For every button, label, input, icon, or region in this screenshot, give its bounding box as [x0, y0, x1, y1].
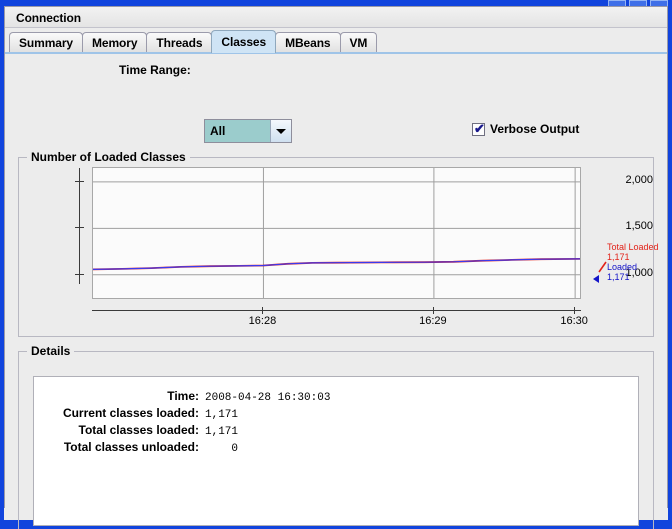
details-content: Time: 2008-04-28 16:30:03 Current classes …	[33, 376, 639, 526]
detail-label: Total classes loaded:	[78, 423, 200, 437]
detail-label: Time:	[167, 389, 199, 403]
detail-row: Total classes loaded: 1,171	[34, 423, 638, 438]
tab-vm[interactable]: VM	[339, 32, 378, 53]
menu-bar: Connection	[5, 7, 667, 28]
loaded-classes-chart-panel: Number of Loaded Classes 1,000 1,500 2,000…	[18, 150, 659, 337]
controls-row: Time Range:	[5, 54, 667, 88]
loaded-marker-icon	[593, 275, 599, 283]
chart-legend: Total Loaded 1,171 Loaded 1,171	[607, 242, 659, 282]
details-panel: Details Time: 2008-04-28 16:30:03 Current …	[18, 344, 654, 529]
legend-loaded-name: Loaded	[607, 262, 638, 272]
detail-value: 1,171	[205, 426, 239, 438]
detail-value: 0	[205, 443, 239, 455]
internal-frame: Connection Summary Memory Threads Classe…	[4, 6, 668, 529]
chart-plot-area[interactable]	[92, 167, 581, 299]
verbose-output-checkbox[interactable]: ✔	[472, 120, 485, 136]
tab-memory[interactable]: Memory	[82, 32, 148, 53]
time-range-dropdown-button[interactable]	[270, 120, 291, 142]
loaded-classes-chart[interactable]: 1,000 1,500 2,000 16:28 16:29 16:30 Total Lo…	[19, 158, 659, 336]
tab-classes[interactable]: Classes	[211, 30, 277, 53]
y-tick-label: 2,000	[625, 173, 653, 186]
y-tick-mark	[75, 227, 84, 229]
tab-threads[interactable]: Threads	[146, 32, 213, 53]
chevron-down-icon	[276, 128, 286, 134]
x-axis-line	[92, 310, 581, 311]
y-tick-mark	[75, 180, 84, 182]
verbose-output-control[interactable]: ✔ Verbose Output	[472, 122, 579, 136]
detail-row: Current classes loaded: 1,171	[34, 406, 638, 421]
x-tick-label: 16:28	[248, 315, 277, 327]
detail-row: Time: 2008-04-28 16:30:03	[34, 389, 638, 404]
time-range-select[interactable]: All	[204, 119, 292, 143]
legend-loaded-value: 1,171	[607, 272, 630, 282]
window-border-right	[668, 6, 672, 522]
tab-summary[interactable]: Summary	[9, 32, 83, 53]
y-tick-label: 1,500	[625, 220, 653, 233]
legend-total-loaded-value: 1,171	[607, 252, 630, 262]
chart-line-loaded	[93, 258, 580, 270]
detail-value: 1,171	[205, 409, 239, 421]
detail-row: Total classes unloaded: 0	[34, 440, 638, 455]
legend-total-loaded-name: Total Loaded	[607, 242, 659, 252]
detail-label: Total classes unloaded:	[63, 440, 199, 454]
classes-tab-content: Time Range: All ✔ Verbose Output Number …	[5, 54, 667, 529]
x-tick-mark	[262, 307, 264, 314]
menu-item-connection[interactable]: Connection	[13, 10, 84, 26]
time-range-label: Time Range:	[119, 63, 191, 77]
tab-bar: Summary Memory Threads Classes MBeans VM	[5, 29, 667, 53]
x-tick-mark	[574, 307, 576, 314]
chart-series-svg	[93, 168, 580, 298]
time-range-value: All	[205, 120, 270, 142]
detail-label: Current classes loaded:	[62, 406, 199, 420]
y-tick-mark	[75, 273, 84, 275]
verbose-output-label: Verbose Output	[490, 122, 580, 136]
x-tick-label: 16:29	[419, 315, 447, 327]
check-icon: ✔	[474, 120, 485, 136]
details-panel-title: Details	[27, 344, 75, 358]
x-tick-mark	[432, 307, 434, 314]
x-tick-label: 16:30	[560, 315, 588, 327]
y-axis-line	[79, 168, 80, 284]
tab-mbeans[interactable]: MBeans	[275, 32, 341, 53]
detail-value: 2008-04-28 16:30:03	[205, 392, 331, 404]
jconsole-window: Connection Summary Memory Threads Classe…	[0, 0, 672, 529]
